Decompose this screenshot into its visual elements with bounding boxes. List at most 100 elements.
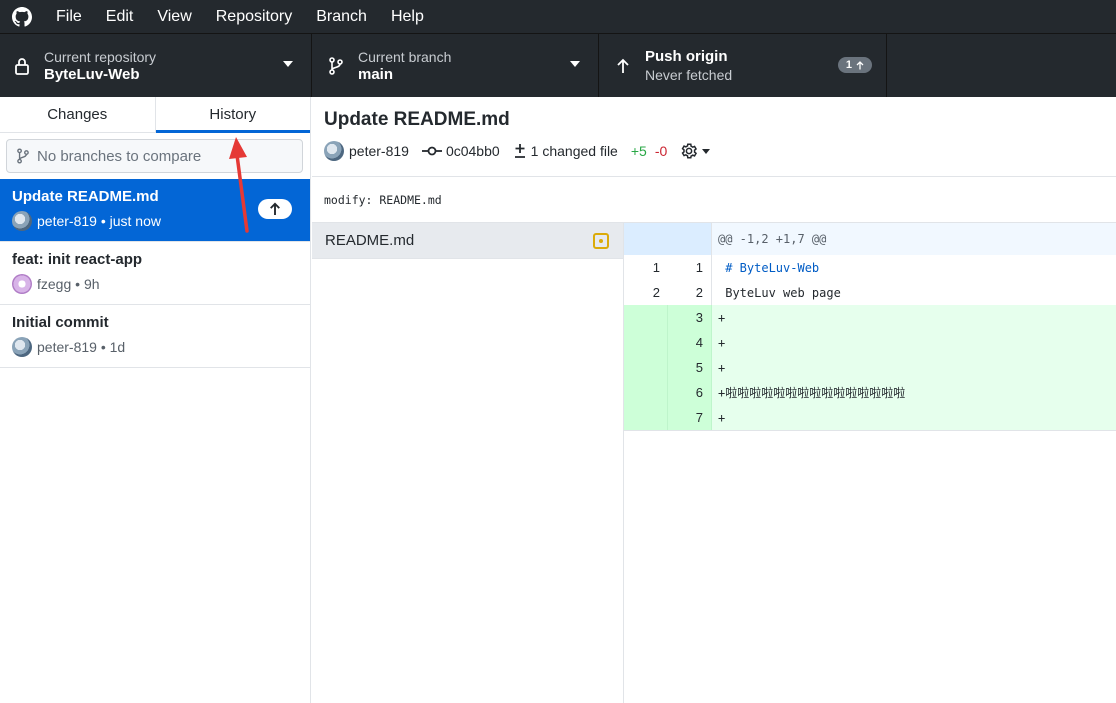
commit-summary-header: Update README.md peter-819 0c04bb0 1 cha… xyxy=(312,97,1116,177)
commit-sha-item[interactable]: 0c04bb0 xyxy=(421,143,500,159)
new-line-number: 6 xyxy=(668,380,712,405)
diff-line-text: # ByteLuv-Web xyxy=(718,260,820,275)
diff-line-added: 4 + xyxy=(624,330,1116,355)
changed-files-count: 1 changed file xyxy=(530,143,618,159)
meta-separator: • xyxy=(96,339,110,355)
push-origin-button[interactable]: Push origin Never fetched 1 xyxy=(599,34,887,97)
diff-hunk-header: @@ -1,2 +1,7 @@ xyxy=(624,223,1116,255)
chevron-down-icon xyxy=(570,61,580,67)
deletions-count: -0 xyxy=(654,143,668,159)
push-origin-label: Push origin xyxy=(645,47,728,65)
commit-list-item[interactable]: feat: init react-app fzegg • 9h xyxy=(0,242,310,305)
branch-compare-placeholder: No branches to compare xyxy=(37,147,202,165)
lock-icon xyxy=(12,56,32,76)
commit-author: peter-819 xyxy=(37,213,97,229)
branch-icon xyxy=(17,148,29,164)
sidebar: Changes History No branches to compare U… xyxy=(0,97,311,703)
new-line-number: 7 xyxy=(668,405,712,430)
commit-author: peter-819 xyxy=(349,143,409,159)
old-line-number: 2 xyxy=(652,285,660,300)
old-line-number xyxy=(624,305,668,330)
current-repository-button[interactable]: Current repository ByteLuv-Web xyxy=(0,34,312,97)
fetch-status: Never fetched xyxy=(645,66,733,83)
new-line-number: 2 xyxy=(668,280,712,305)
changed-files-item: 1 changed file xyxy=(513,143,618,159)
unpushed-commit-icon xyxy=(258,199,292,219)
old-line-number xyxy=(624,355,668,380)
meta-separator: • xyxy=(71,276,84,292)
commit-time: just now xyxy=(109,213,161,229)
avatar xyxy=(12,274,32,294)
branch-icon xyxy=(326,56,346,76)
avatar xyxy=(324,141,344,161)
file-modified-icon xyxy=(593,233,609,249)
commit-list-item[interactable]: Update README.md peter-819 • just now xyxy=(0,179,310,242)
commit-title: Initial commit xyxy=(12,314,109,331)
current-repository-name: ByteLuv-Web xyxy=(44,65,140,83)
gear-icon xyxy=(681,143,698,159)
chevron-down-icon xyxy=(702,148,711,154)
ahead-count-badge: 1 xyxy=(837,57,872,73)
commit-author-item: peter-819 xyxy=(324,141,409,161)
additions-count: +5 xyxy=(630,143,647,159)
old-line-number xyxy=(624,380,668,405)
diff-line-text: +啦啦啦啦啦啦啦啦啦啦啦啦啦啦啦 xyxy=(718,386,906,400)
diff-end-divider xyxy=(624,430,1116,431)
hunk-text: @@ -1,2 +1,7 @@ xyxy=(718,232,827,246)
menu-view[interactable]: View xyxy=(145,0,203,33)
toolbar: Current repository ByteLuv-Web Current b… xyxy=(0,33,1116,97)
menu-help[interactable]: Help xyxy=(379,0,436,33)
old-line-number: 1 xyxy=(652,260,660,275)
commit-list-item[interactable]: Initial commit peter-819 • 1d xyxy=(0,305,310,368)
menu-repository[interactable]: Repository xyxy=(204,0,304,33)
diff-line-text: + xyxy=(718,360,726,375)
avatar xyxy=(12,211,32,231)
commit-time: 9h xyxy=(83,276,100,292)
current-branch-name: main xyxy=(358,65,394,83)
current-branch-button[interactable]: Current branch main xyxy=(312,34,599,97)
current-repository-label: Current repository xyxy=(44,48,157,65)
commit-summary-title: Update README.md xyxy=(324,109,510,130)
commit-title: Update README.md xyxy=(12,188,159,205)
diff-line: 1 1 # ByteLuv-Web xyxy=(624,255,1116,280)
menu-bar: File Edit View Repository Branch Help xyxy=(0,0,1116,33)
commit-icon xyxy=(421,145,442,157)
arrow-up-icon xyxy=(856,60,864,69)
diff-icon xyxy=(513,143,527,159)
commit-description: modify: README.md xyxy=(312,177,1116,223)
commit-author: fzegg xyxy=(37,276,72,292)
avatar xyxy=(12,337,32,357)
diff-line-added: 5 + xyxy=(624,355,1116,380)
branch-compare-input[interactable]: No branches to compare xyxy=(6,139,303,173)
commit-title: feat: init react-app xyxy=(12,251,143,268)
commit-meta-row: peter-819 0c04bb0 1 changed file +5 -0 xyxy=(324,141,1104,161)
file-name: README.md xyxy=(325,232,415,249)
old-line-number xyxy=(624,330,668,355)
menu-file[interactable]: File xyxy=(44,0,94,33)
diff-line-added: 7 + xyxy=(624,405,1116,430)
diff-line-text: + xyxy=(718,410,726,425)
tab-changes[interactable]: Changes xyxy=(0,97,156,132)
old-line-number xyxy=(624,223,668,255)
sidebar-tabs: Changes History xyxy=(0,97,310,133)
diff-line: 2 2 ByteLuv web page xyxy=(624,280,1116,305)
new-line-number xyxy=(668,223,712,255)
diff-options-button[interactable] xyxy=(680,142,711,160)
new-line-number: 3 xyxy=(668,305,712,330)
changed-file-list: README.md xyxy=(312,223,624,703)
menu-edit[interactable]: Edit xyxy=(94,0,146,33)
commit-sha: 0c04bb0 xyxy=(445,143,500,159)
new-line-number: 4 xyxy=(668,330,712,355)
github-logo-icon xyxy=(0,0,44,33)
commit-time: 1d xyxy=(109,339,126,355)
tab-history[interactable]: History xyxy=(155,97,311,133)
changed-file-item[interactable]: README.md xyxy=(312,223,623,259)
diff-line-text: + xyxy=(718,335,726,350)
new-line-number: 5 xyxy=(668,355,712,380)
menu-branch[interactable]: Branch xyxy=(304,0,379,33)
diff-line-text: + xyxy=(718,310,726,325)
diff-line-added: 6 +啦啦啦啦啦啦啦啦啦啦啦啦啦啦啦 xyxy=(624,380,1116,405)
new-line-number: 1 xyxy=(668,255,712,280)
current-branch-label: Current branch xyxy=(358,48,452,65)
meta-separator: • xyxy=(96,213,110,229)
